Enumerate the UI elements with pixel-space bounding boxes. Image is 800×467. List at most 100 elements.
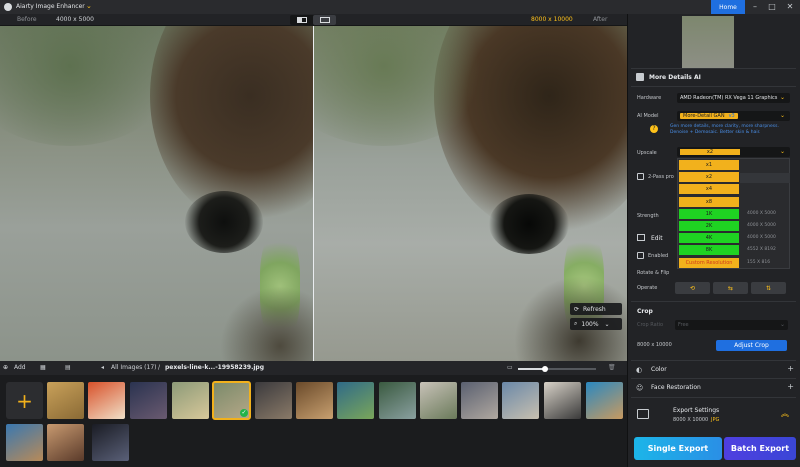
close-button[interactable]: ✕ bbox=[783, 1, 797, 13]
batch-export-button[interactable]: Batch Export bbox=[724, 437, 796, 460]
list-view-icon[interactable]: ▤ bbox=[65, 364, 71, 371]
upscale-option[interactable]: x2 bbox=[679, 172, 739, 183]
split-view-button[interactable] bbox=[290, 15, 313, 25]
image-thumbnail[interactable] bbox=[461, 382, 498, 419]
upscale-select[interactable]: x2 bbox=[677, 147, 790, 157]
divider bbox=[631, 378, 796, 379]
image-thumbnail[interactable] bbox=[6, 424, 43, 461]
image-thumbnail[interactable] bbox=[88, 382, 125, 419]
section-title: More Details AI bbox=[649, 74, 701, 81]
enabled-checkbox[interactable] bbox=[637, 252, 644, 259]
crop-ratio-select[interactable]: Free bbox=[675, 320, 788, 330]
upscale-option[interactable]: 1K bbox=[679, 208, 739, 219]
upscale-option-resolution: 4000 X 5000 bbox=[747, 223, 776, 228]
collapse-icon[interactable]: ︽ bbox=[781, 408, 789, 419]
ai-model-select[interactable]: More-Detail GAN v3 bbox=[677, 111, 790, 121]
dropdown-hover-row bbox=[740, 173, 790, 183]
add-icon[interactable]: ⊕ bbox=[3, 364, 8, 371]
divider bbox=[631, 360, 796, 361]
adjust-crop-button[interactable]: Adjust Crop bbox=[716, 340, 787, 351]
ai-model-version: v3 bbox=[728, 113, 735, 119]
ai-chip-icon bbox=[636, 73, 644, 81]
all-images-link[interactable]: All Images (17) bbox=[111, 364, 157, 371]
two-pass-checkbox[interactable] bbox=[637, 173, 644, 180]
upscale-option[interactable]: x1 bbox=[679, 160, 739, 170]
add-image-button[interactable]: + bbox=[6, 382, 43, 419]
image-thumbnail[interactable] bbox=[586, 382, 623, 419]
image-thumbnail[interactable] bbox=[296, 382, 333, 419]
export-settings-label: Export Settings bbox=[673, 407, 720, 414]
image-preview[interactable] bbox=[0, 26, 627, 361]
export-settings-icon bbox=[637, 409, 649, 419]
flip-horizontal-icon: ⇆ bbox=[727, 284, 734, 292]
expand-icon: + bbox=[787, 364, 794, 373]
before-image bbox=[0, 26, 313, 361]
image-thumbnail[interactable] bbox=[379, 382, 416, 419]
upscale-option-resolution: 155 X 816 bbox=[747, 259, 771, 265]
image-thumbnail[interactable]: ✓ bbox=[212, 381, 251, 420]
panel-preview-thumbnail bbox=[682, 16, 734, 68]
upscale-option[interactable]: Custom Resolution bbox=[679, 257, 739, 268]
image-thumbnail[interactable] bbox=[420, 382, 457, 419]
maximize-button[interactable]: □ bbox=[765, 1, 779, 13]
home-button[interactable]: Home bbox=[711, 0, 745, 14]
zoom-value: 100% bbox=[581, 320, 599, 328]
image-thumbnail[interactable] bbox=[47, 382, 84, 419]
face-restoration-label: Face Restoration bbox=[651, 384, 701, 391]
image-thumbnail[interactable] bbox=[130, 382, 167, 419]
help-icon[interactable]: ? bbox=[650, 125, 658, 133]
flip-vertical-button[interactable]: ⇅ bbox=[751, 282, 786, 294]
hardware-select[interactable]: AMD Radeon(TM) RX Vega 11 Graphics bbox=[677, 93, 790, 103]
ai-model-description: Gen more details, more clarity, more sha… bbox=[670, 124, 779, 135]
upscale-label: Upscale bbox=[637, 150, 657, 156]
refresh-icon: ⟳ bbox=[574, 305, 580, 313]
upscale-option-resolution: 4000 X 5000 bbox=[747, 210, 776, 216]
zoom-select[interactable]: ⌕ 100% ⌄ bbox=[570, 318, 622, 330]
image-thumbnail[interactable] bbox=[172, 382, 209, 419]
refresh-button[interactable]: ⟳ Refresh bbox=[570, 303, 622, 315]
current-filename: pexels-line-k...-19958239.jpg bbox=[165, 364, 265, 371]
edit-title: Edit bbox=[651, 235, 663, 242]
two-pass-label: 2-Pass pro bbox=[648, 174, 674, 180]
hardware-value: AMD Radeon(TM) RX Vega 11 Graphics bbox=[680, 95, 778, 101]
image-thumbnail[interactable] bbox=[337, 382, 374, 419]
flip-horizontal-button[interactable]: ⇆ bbox=[713, 282, 748, 294]
rotate-button[interactable]: ⟲ bbox=[675, 282, 710, 294]
view-mode-toggle[interactable] bbox=[290, 15, 336, 25]
upscale-option[interactable]: x4 bbox=[679, 184, 739, 195]
chevron-down-icon: ⌄ bbox=[780, 94, 786, 101]
after-label: After bbox=[593, 16, 608, 23]
magnifier-icon: ⌕ bbox=[574, 320, 578, 327]
minimize-button[interactable]: – bbox=[748, 1, 762, 13]
image-thumbnail[interactable] bbox=[502, 382, 539, 419]
trash-icon[interactable]: 🗑 bbox=[608, 364, 616, 371]
image-thumbnail[interactable] bbox=[47, 424, 84, 461]
export-resolution: 8000 X 10000 bbox=[673, 417, 709, 423]
ai-model-chip: More-Detail GAN v3 bbox=[680, 113, 738, 119]
side-by-side-button[interactable] bbox=[313, 15, 336, 25]
split-view-icon bbox=[296, 17, 307, 23]
grid-view-icon[interactable]: ▦ bbox=[40, 364, 46, 371]
image-thumbnail[interactable] bbox=[544, 382, 581, 419]
upscale-option[interactable]: 8K bbox=[679, 245, 739, 256]
upscale-option[interactable]: x8 bbox=[679, 196, 739, 207]
enabled-label: Enabled bbox=[648, 253, 669, 259]
divider bbox=[631, 86, 796, 87]
add-label[interactable]: Add bbox=[14, 364, 26, 371]
rotate-flip-label: Rotate & Flip bbox=[637, 270, 670, 276]
upscale-option-resolution: 4552 X 8192 bbox=[747, 247, 776, 253]
export-settings[interactable]: Export Settings 8000 X 10000 JPG ︽ bbox=[631, 404, 796, 430]
upscale-option[interactable]: 2K bbox=[679, 221, 739, 231]
image-thumbnail[interactable] bbox=[92, 424, 129, 461]
upscale-option[interactable]: 4K bbox=[679, 233, 739, 244]
flip-vertical-icon: ⇅ bbox=[765, 284, 772, 292]
single-export-button[interactable]: Single Export bbox=[634, 437, 722, 460]
color-section[interactable]: ◐ Color + bbox=[631, 362, 796, 378]
divider bbox=[631, 301, 796, 302]
back-icon[interactable]: ◂ bbox=[101, 364, 104, 371]
image-thumbnail[interactable] bbox=[255, 382, 292, 419]
chevron-down-icon[interactable]: ⌄ bbox=[86, 2, 92, 10]
face-restoration-section[interactable]: ☺ Face Restoration + bbox=[631, 380, 796, 396]
upscale-option-resolution: 4000 X 5000 bbox=[747, 235, 776, 241]
color-label: Color bbox=[651, 366, 667, 373]
